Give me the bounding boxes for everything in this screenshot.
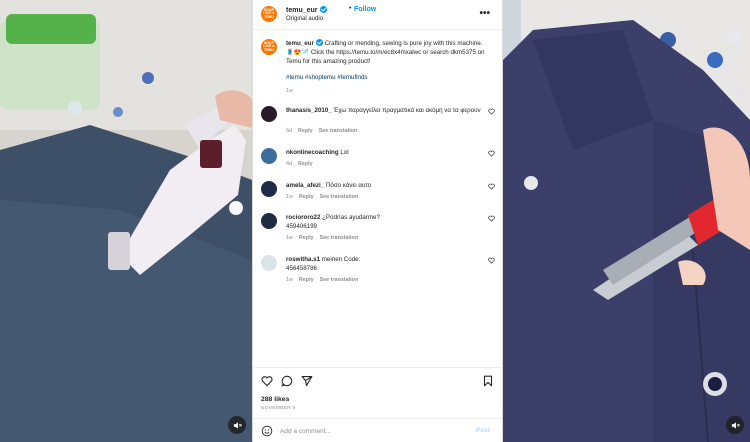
caption-username[interactable]: temu_eur bbox=[286, 40, 314, 47]
avatar[interactable] bbox=[261, 255, 277, 271]
caption-text: temu_eur Crafting or mending, sewing is … bbox=[286, 39, 491, 66]
see-translation-button[interactable]: See translation bbox=[320, 277, 359, 283]
comment-text: roswitha.s1 meinen Code: 456458786 bbox=[286, 256, 361, 272]
post-media-left[interactable] bbox=[0, 0, 252, 442]
comment-text: nkonlinecoaching Lol bbox=[286, 149, 349, 156]
avatar[interactable] bbox=[261, 106, 277, 122]
comment-time[interactable]: 1w bbox=[286, 235, 293, 241]
avatar[interactable] bbox=[261, 181, 277, 197]
heart-icon[interactable] bbox=[488, 108, 495, 115]
reply-button[interactable]: Reply bbox=[298, 161, 313, 167]
avatar[interactable] bbox=[261, 213, 277, 229]
heart-icon[interactable] bbox=[488, 150, 495, 157]
comment-text: amela_afezi_ Πόσο κάνει αυτο bbox=[286, 182, 372, 189]
reply-button[interactable]: Reply bbox=[299, 194, 314, 200]
bookmark-icon[interactable] bbox=[482, 375, 494, 387]
comment-username[interactable]: nkonlinecoaching bbox=[286, 149, 339, 156]
comment-time[interactable]: 6d bbox=[286, 128, 292, 134]
post-date[interactable]: NOVEMBER 9 bbox=[261, 406, 295, 411]
comment-time[interactable]: 4d bbox=[286, 161, 292, 167]
comment-time[interactable]: 1w bbox=[286, 277, 293, 283]
avatar[interactable] bbox=[261, 148, 277, 164]
reply-button[interactable]: Reply bbox=[298, 128, 313, 134]
follow-button[interactable]: Follow bbox=[354, 6, 376, 13]
comment-meta: 1w Reply See translation bbox=[286, 235, 364, 241]
comment-icon[interactable] bbox=[281, 375, 293, 387]
share-icon[interactable] bbox=[301, 375, 313, 387]
audio-label[interactable]: Original audio bbox=[286, 16, 323, 22]
like-heart-icon[interactable] bbox=[261, 375, 273, 387]
heart-icon[interactable] bbox=[488, 257, 495, 264]
heart-icon[interactable] bbox=[488, 215, 495, 222]
post-username[interactable]: temu_eur bbox=[286, 6, 327, 14]
more-horizontal-icon[interactable]: ••• bbox=[479, 8, 490, 19]
sewing-video-frame bbox=[0, 0, 252, 442]
comment-username[interactable]: rociororo22 bbox=[286, 214, 320, 221]
comment-username[interactable]: thanasis_2010_ bbox=[286, 107, 332, 114]
comment-meta: 1w Reply See translation bbox=[286, 194, 364, 200]
verified-badge-icon bbox=[315, 39, 323, 46]
shirt-video-frame bbox=[503, 0, 750, 442]
verified-badge-icon bbox=[319, 6, 327, 13]
reply-button[interactable]: Reply bbox=[299, 235, 314, 241]
heart-icon[interactable] bbox=[488, 183, 495, 190]
post-detail-panel: SHOP LIKE A TEMU temu_eur • Follow Origi… bbox=[252, 0, 503, 442]
comment-username[interactable]: roswitha.s1 bbox=[286, 256, 320, 263]
see-translation-button[interactable]: See translation bbox=[320, 194, 359, 200]
separator: • bbox=[349, 5, 352, 12]
avatar[interactable]: SHOP LIKE A TEMU bbox=[261, 39, 277, 55]
likes-count[interactable]: 288 likes bbox=[261, 396, 289, 403]
hashtags[interactable]: #temu #shoptemu #temufinds bbox=[286, 74, 368, 81]
comment-text: rociororo22 ¿Podrías ayudarme? 459406199 bbox=[286, 214, 380, 230]
post-actions: 288 likes NOVEMBER 9 Post bbox=[253, 367, 502, 442]
comment-meta: 6d Reply See translation bbox=[286, 128, 363, 134]
caption-time[interactable]: 1w bbox=[286, 88, 293, 94]
mute-icon[interactable] bbox=[228, 416, 246, 434]
comment-time[interactable]: 1w bbox=[286, 194, 293, 200]
emoji-icon[interactable] bbox=[261, 425, 273, 437]
post-comment-button[interactable]: Post bbox=[476, 427, 490, 434]
add-comment-bar: Post bbox=[253, 418, 502, 442]
reply-button[interactable]: Reply bbox=[299, 277, 314, 283]
avatar[interactable]: SHOP LIKE A TEMU bbox=[261, 6, 277, 22]
comment-meta: 1w Reply See translation bbox=[286, 277, 364, 283]
see-translation-button[interactable]: See translation bbox=[320, 235, 359, 241]
comment-input[interactable] bbox=[280, 425, 470, 437]
post-header: SHOP LIKE A TEMU temu_eur • Follow Origi… bbox=[253, 0, 502, 30]
comment-text: thanasis_2010_ Έχω παραγγείλει πραγματικ… bbox=[286, 107, 481, 114]
comment-meta: 4d Reply bbox=[286, 161, 319, 167]
see-translation-button[interactable]: See translation bbox=[319, 128, 358, 134]
comment-username[interactable]: amela_afezi_ bbox=[286, 182, 324, 189]
post-media-right[interactable] bbox=[503, 0, 750, 442]
mute-icon[interactable] bbox=[726, 416, 744, 434]
